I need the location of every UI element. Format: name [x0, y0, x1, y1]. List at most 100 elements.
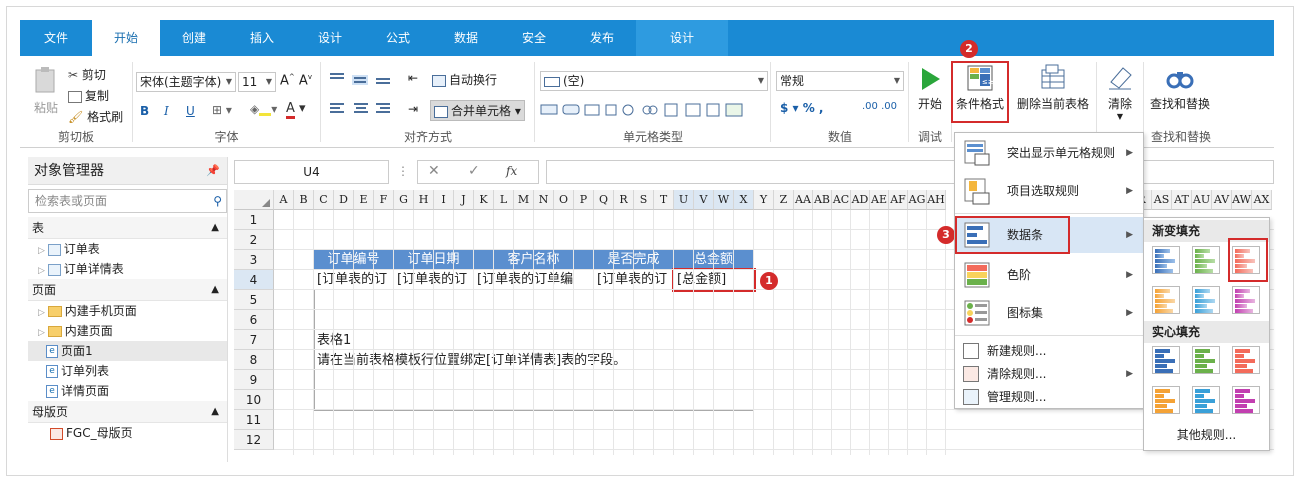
- column-header[interactable]: AS: [1152, 190, 1172, 210]
- copy-button[interactable]: 复制: [68, 87, 109, 104]
- tab-insert[interactable]: 插入: [228, 20, 296, 56]
- column-header[interactable]: X: [734, 190, 754, 210]
- row-header[interactable]: 7: [234, 330, 274, 350]
- pin-icon[interactable]: 📌: [206, 157, 220, 185]
- gradient-data-bar-swatch[interactable]: [1152, 246, 1180, 274]
- find-replace-button[interactable]: 查找和替换: [1144, 64, 1216, 112]
- column-header[interactable]: O: [554, 190, 574, 210]
- row-header[interactable]: 10: [234, 390, 274, 410]
- column-header[interactable]: I: [434, 190, 454, 210]
- table-header-cell[interactable]: 是否完成: [594, 250, 674, 270]
- tab-file[interactable]: 文件: [20, 20, 92, 56]
- solid-data-bar-swatch[interactable]: [1192, 346, 1220, 374]
- column-header[interactable]: R: [614, 190, 634, 210]
- tab-home[interactable]: 开始: [92, 20, 160, 56]
- row-header[interactable]: 4: [234, 270, 274, 290]
- table-template-cell[interactable]: [订单表的订: [394, 270, 474, 290]
- start-debug-button[interactable]: 开始: [910, 66, 950, 112]
- column-header[interactable]: C: [314, 190, 334, 210]
- confirm-icon[interactable]: ✓: [468, 163, 480, 179]
- gradient-data-bar-swatch[interactable]: [1152, 286, 1180, 314]
- row-header[interactable]: 3: [234, 250, 274, 270]
- section-masters[interactable]: 母版页 ▲: [28, 401, 227, 423]
- merge-cells-button[interactable]: 合并单元格 ▾: [430, 100, 525, 121]
- column-header[interactable]: T: [654, 190, 674, 210]
- column-header[interactable]: M: [514, 190, 534, 210]
- italic-button[interactable]: I: [164, 104, 169, 118]
- row-header[interactable]: 5: [234, 290, 274, 310]
- row-header[interactable]: 2: [234, 230, 274, 250]
- column-header[interactable]: AW: [1232, 190, 1252, 210]
- column-header[interactable]: V: [694, 190, 714, 210]
- cut-button[interactable]: ✂ 剪切: [68, 66, 106, 83]
- solid-data-bar-swatch[interactable]: [1232, 386, 1260, 414]
- tab-publish[interactable]: 发布: [568, 20, 636, 56]
- column-header[interactable]: G: [394, 190, 414, 210]
- cell-type-select[interactable]: (空) ▼: [540, 71, 768, 91]
- delete-table-button[interactable]: 删除当前表格: [1015, 64, 1091, 112]
- column-header[interactable]: F: [374, 190, 394, 210]
- column-header[interactable]: AA: [794, 190, 813, 210]
- page-item[interactable]: e 订单列表: [28, 361, 227, 381]
- menu-item-top-rules[interactable]: 项目选取规则 ▶: [955, 173, 1143, 209]
- row-header[interactable]: 1: [234, 210, 274, 230]
- column-header[interactable]: D: [334, 190, 354, 210]
- column-header[interactable]: J: [454, 190, 474, 210]
- font-color-icon[interactable]: A ▾: [286, 101, 306, 119]
- column-header[interactable]: Z: [774, 190, 794, 210]
- menu-item-manage-rules[interactable]: 管理规则...: [955, 386, 1143, 408]
- bold-button[interactable]: B: [140, 104, 149, 118]
- cancel-icon[interactable]: ✕: [428, 163, 440, 179]
- gradient-data-bar-swatch[interactable]: [1192, 286, 1220, 314]
- column-header[interactable]: AF: [889, 190, 908, 210]
- column-header[interactable]: AX: [1252, 190, 1272, 210]
- number-format-select[interactable]: 常规 ▼: [776, 71, 904, 91]
- cell-type-gallery[interactable]: [540, 102, 752, 118]
- menu-item-color-scales[interactable]: 色阶 ▶: [955, 257, 1143, 293]
- column-header[interactable]: AG: [908, 190, 927, 210]
- tab-design[interactable]: 设计: [296, 20, 364, 56]
- table-header-cell[interactable]: 客户名称: [474, 250, 594, 270]
- row-header[interactable]: 9: [234, 370, 274, 390]
- paste-button[interactable]: 粘贴: [28, 66, 64, 116]
- column-header[interactable]: AV: [1212, 190, 1232, 210]
- align-top-icons[interactable]: [330, 70, 400, 86]
- table-item[interactable]: ▷ 订单详情表: [28, 259, 227, 279]
- row-header[interactable]: 8: [234, 350, 274, 370]
- column-header[interactable]: K: [474, 190, 494, 210]
- decimal-buttons[interactable]: .00 .00: [862, 101, 897, 112]
- column-header[interactable]: AT: [1172, 190, 1192, 210]
- clear-button[interactable]: 清除 ▼: [1100, 64, 1140, 121]
- table-template-cell[interactable]: [订单表的订: [314, 270, 394, 290]
- column-header[interactable]: N: [534, 190, 554, 210]
- column-header[interactable]: AB: [813, 190, 832, 210]
- column-header[interactable]: Y: [754, 190, 774, 210]
- menu-item-clear-rules[interactable]: 清除规则... ▶: [955, 363, 1143, 385]
- select-all-corner[interactable]: [234, 190, 274, 210]
- page-item[interactable]: e 页面1: [28, 341, 227, 361]
- master-item[interactable]: FGC_母版页: [28, 423, 227, 443]
- table-template-cell[interactable]: [订单表的订单编: [474, 270, 594, 290]
- tab-data[interactable]: 数据: [432, 20, 500, 56]
- table-header-cell[interactable]: 订单日期: [394, 250, 474, 270]
- gradient-data-bar-swatch[interactable]: [1192, 246, 1220, 274]
- tab-formula[interactable]: 公式: [364, 20, 432, 56]
- tab-create[interactable]: 创建: [160, 20, 228, 56]
- search-input[interactable]: 检索表或页面 ⚲: [28, 189, 227, 213]
- column-header[interactable]: H: [414, 190, 434, 210]
- section-tables[interactable]: 表 ▲: [28, 217, 227, 239]
- row-header[interactable]: 12: [234, 430, 274, 450]
- column-header[interactable]: AE: [870, 190, 889, 210]
- solid-data-bar-swatch[interactable]: [1192, 386, 1220, 414]
- solid-data-bar-swatch[interactable]: [1152, 346, 1180, 374]
- currency-button[interactable]: $ ▾ % ,: [780, 101, 824, 115]
- name-box[interactable]: U4: [234, 160, 389, 184]
- column-header[interactable]: W: [714, 190, 734, 210]
- section-pages[interactable]: 页面 ▲: [28, 279, 227, 301]
- solid-data-bar-swatch[interactable]: [1152, 386, 1180, 414]
- tab-table-design[interactable]: 设计: [636, 20, 728, 56]
- table-template-cell[interactable]: [订单表的订: [594, 270, 674, 290]
- page-folder[interactable]: ▷ 内建手机页面: [28, 301, 227, 321]
- page-folder[interactable]: ▷ 内建页面: [28, 321, 227, 341]
- grow-font-button[interactable]: A^ Av: [280, 73, 312, 88]
